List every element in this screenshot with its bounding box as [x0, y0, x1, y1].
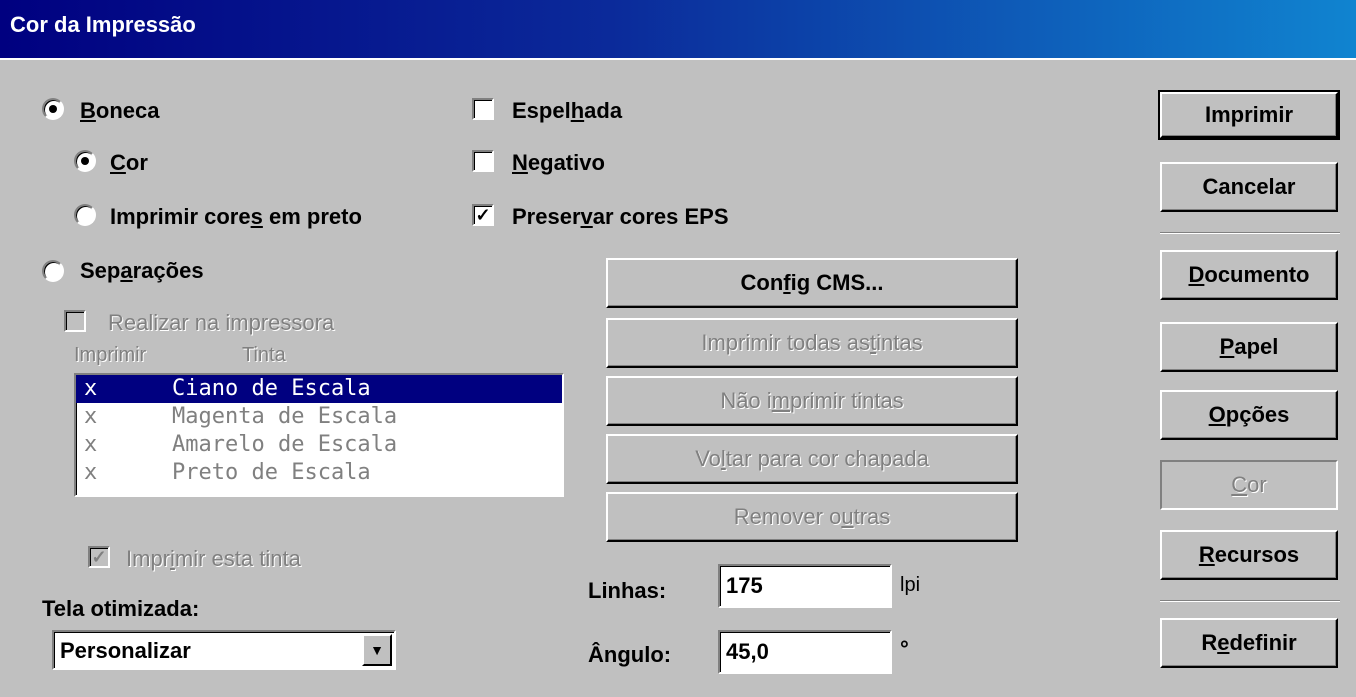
- label-espelhada[interactable]: Espelhada: [512, 98, 622, 124]
- list-item[interactable]: x Magenta de Escala: [76, 403, 562, 431]
- label-imprimir-preto[interactable]: Imprimir cores em preto: [110, 204, 362, 230]
- chevron-down-icon[interactable]: ▼: [362, 634, 392, 666]
- ink-mark: x: [84, 432, 98, 457]
- title-bar: Cor da Impressão: [0, 0, 1356, 60]
- options-button[interactable]: Opções: [1160, 390, 1338, 440]
- print-all-inks-button[interactable]: Imprimir todas as t intas: [606, 318, 1018, 368]
- label-separacoes[interactable]: Separações: [80, 258, 204, 284]
- paper-button[interactable]: Papel: [1160, 322, 1338, 372]
- back-to-solid-button[interactable]: Vo l tar para cor chapada: [606, 434, 1018, 484]
- lines-input[interactable]: 175: [718, 564, 892, 608]
- label-cor[interactable]: Cor: [110, 150, 148, 176]
- radio-separacoes[interactable]: [42, 260, 64, 282]
- label-lpi: lpi: [900, 574, 921, 596]
- separator: [1160, 600, 1340, 602]
- list-item[interactable]: x Ciano de Escala: [76, 375, 562, 403]
- label-angulo: Ângulo:: [588, 642, 672, 667]
- checkbox-espelhada[interactable]: [472, 98, 494, 120]
- resources-button[interactable]: Recursos: [1160, 530, 1338, 580]
- document-button[interactable]: Documento: [1160, 250, 1338, 300]
- header-tinta: Tinta: [242, 344, 286, 366]
- label-realizar: Realizar na impressora: [108, 310, 335, 335]
- label-boneca[interactable]: Boneca: [80, 98, 159, 124]
- window-title: Cor da Impressão: [10, 12, 196, 37]
- ink-mark: x: [84, 376, 98, 401]
- checkbox-realizar[interactable]: [64, 310, 86, 332]
- checkbox-preservar[interactable]: ✓: [472, 204, 494, 226]
- no-print-inks-button[interactable]: Não i m primir tintas: [606, 376, 1018, 426]
- ink-name: Preto de Escala: [172, 460, 371, 485]
- radio-imprimir-preto[interactable]: [74, 204, 96, 226]
- ink-listbox[interactable]: x Ciano de Escala x Magenta de Escala x …: [74, 373, 564, 497]
- header-imprimir: Imprimir: [74, 344, 147, 366]
- label-degree: °: [900, 636, 909, 661]
- ink-name: Amarelo de Escala: [172, 432, 398, 457]
- screen-select[interactable]: Personalizar ▼: [52, 630, 396, 670]
- ink-name: Ciano de Escala: [172, 376, 371, 401]
- radio-dot: [49, 105, 57, 113]
- ink-mark: x: [84, 404, 98, 429]
- list-item[interactable]: x Amarelo de Escala: [76, 431, 562, 459]
- radio-boneca[interactable]: [42, 98, 64, 120]
- radio-cor[interactable]: [74, 150, 96, 172]
- ink-mark: x: [84, 460, 98, 485]
- print-button[interactable]: Imprimir: [1158, 90, 1340, 140]
- label-tela-otimizada: Tela otimizada:: [42, 596, 200, 621]
- cancel-button[interactable]: Cancelar: [1160, 162, 1338, 212]
- angle-input[interactable]: 45,0: [718, 630, 892, 674]
- label-negativo[interactable]: Negativo: [512, 150, 605, 176]
- ink-name: Magenta de Escala: [172, 404, 398, 429]
- radio-dot: [81, 157, 89, 165]
- remove-others-button[interactable]: Remover o u tras: [606, 492, 1018, 542]
- reset-button[interactable]: Re definir: [1160, 618, 1338, 668]
- config-cms-button[interactable]: Con f ig CMS...: [606, 258, 1018, 308]
- screen-select-value: Personalizar: [60, 638, 191, 663]
- label-preservar[interactable]: Preservar cores EPS: [512, 204, 729, 230]
- checkbox-imprimir-tinta[interactable]: ✓: [88, 546, 110, 568]
- separator: [1160, 232, 1340, 234]
- label-imprimir-tinta: Imprimir esta tinta: [126, 546, 301, 571]
- list-item[interactable]: x Preto de Escala: [76, 459, 562, 487]
- label-linhas: Linhas:: [588, 578, 667, 603]
- checkbox-negativo[interactable]: [472, 150, 494, 172]
- color-button[interactable]: Cor: [1160, 460, 1338, 510]
